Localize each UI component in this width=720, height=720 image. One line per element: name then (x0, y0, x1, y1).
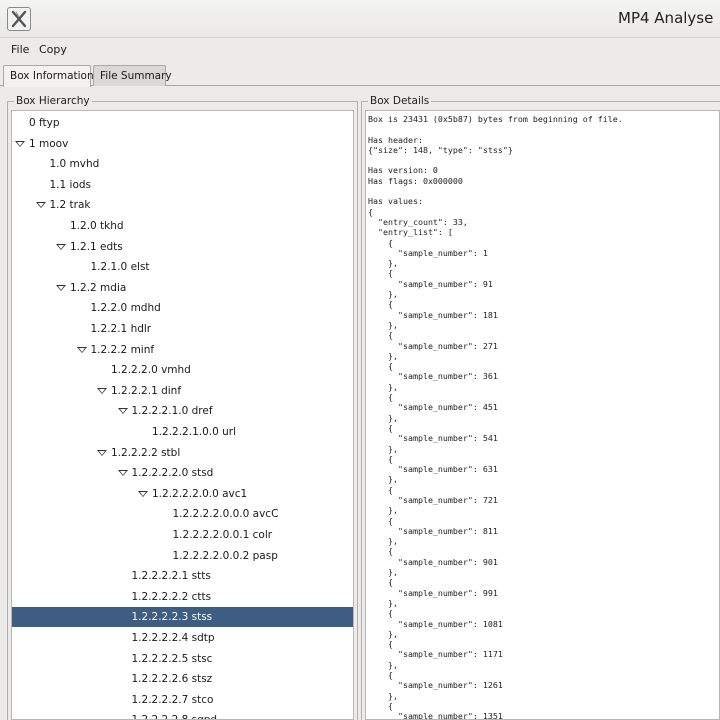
tree-row[interactable]: 1.2.2.2.2.0.0 avc1 (12, 484, 353, 504)
tree-row-label: 1.2.2.2.2.0.0.1 colr (172, 529, 273, 541)
box-hierarchy-tree[interactable]: 0 ftyp 1 moov 1.0 mvhd 1.1 iods 1.2 trak 1.2.… (11, 110, 354, 720)
tree-row-label: 1.2.2.2.2.8 sgpd (132, 710, 218, 719)
expand-triangle-icon[interactable] (138, 490, 148, 497)
tree-row-label: 1.2.2.2.2.1 stts (131, 570, 211, 583)
box-details-panel[interactable]: Box is 23431 (0x5b87) bytes from beginni… (365, 110, 720, 720)
tree-row-label: 1.2.2.2.2.0.0.2 pasp (172, 549, 278, 562)
tab-box-information[interactable]: Box Information (3, 65, 94, 87)
tree-row-label: 1.2.2.2 minf (90, 343, 155, 356)
tree-row-label: 1.2.1.0 elst (90, 261, 150, 274)
tree-row[interactable]: 1.2.2.2.2.0.0.2 pasp (12, 546, 353, 566)
expand-triangle-icon[interactable] (76, 346, 87, 353)
tree-row[interactable]: 1.2.1 edts (12, 237, 353, 257)
expand-triangle-icon[interactable] (97, 387, 107, 394)
menu-file[interactable]: File (11, 43, 29, 56)
tree-row[interactable]: 1.2.2.1 hdlr (12, 319, 353, 339)
tree-row[interactable]: 1.2.1.0 elst (12, 257, 353, 277)
tree-row[interactable]: 1.2.0 tkhd (12, 216, 353, 236)
tree-row[interactable]: 0 ftyp (12, 113, 353, 133)
tree-row[interactable]: 1.2.2.2.2.3 stss (12, 607, 353, 628)
tree-row[interactable]: 1.2.2.2.2.1 stts (12, 566, 353, 586)
tree-row[interactable]: 1.1 iods (12, 175, 353, 195)
tree-row-label: 1.2 trak (49, 199, 91, 212)
expand-triangle-icon[interactable] (117, 408, 128, 415)
tree-row[interactable]: 1.2.2.2.1.0 dref (12, 401, 353, 421)
tree-row[interactable]: 1.2 trak (12, 195, 353, 215)
tree-row[interactable]: 1 moov (12, 134, 353, 154)
tab-bar: Box Information File Summary (0, 64, 720, 87)
tree-row-label: 1.1 iods (49, 178, 92, 191)
tree-row-label: 1.2.2.2.2.3 stss (131, 611, 213, 624)
tree-row-label: 1.2.2.2.2 stbl (111, 446, 181, 459)
tree-row[interactable]: 1.2.2.2.1.0.0 url (12, 422, 353, 442)
tree-row[interactable]: 1.2.2.2.2.5 stsc (12, 649, 353, 669)
tree-row-label: 1.2.1 edts (70, 240, 123, 253)
box-details-text: Box is 23431 (0x5b87) bytes from beginni… (368, 114, 623, 720)
tree-row[interactable]: 1.2.2 mdia (12, 278, 353, 298)
tree-row-label: 1.2.2.1 hdlr (90, 323, 152, 335)
tree-row[interactable]: 1.2.2.2.2.0 stsd (12, 463, 353, 483)
window-title: MP4 Analyse (618, 9, 714, 27)
tree-row-label: 1.2.2.2.1.0.0 url (152, 426, 237, 438)
title-bar: MP4 Analyse (0, 0, 720, 38)
tree-row-label: 1.2.2.2.2.5 stsc (131, 652, 213, 665)
expand-triangle-icon[interactable] (56, 284, 66, 291)
menu-copy[interactable]: Copy (39, 43, 67, 56)
box-details-label: Box Details (368, 95, 432, 107)
expand-triangle-icon[interactable] (56, 243, 66, 250)
box-hierarchy-label: Box Hierarchy (14, 95, 92, 107)
tree-row-label: 1.2.2.2.2.4 sdtp (131, 632, 215, 644)
tree-row[interactable]: 1.2.2.0 mdhd (12, 298, 353, 318)
tree-row-label: 1.2.2.2.2.7 stco (131, 693, 214, 706)
tree-row-label: 0 ftyp (29, 117, 60, 129)
tree-row-label: 1.2.2.0 mdhd (90, 302, 161, 315)
tree-row-label: 1 moov (29, 137, 69, 150)
tree-row[interactable]: 1.2.2.2 minf (12, 340, 353, 360)
tree-row-label: 1.2.2 mdia (70, 281, 127, 294)
tree-row[interactable]: 1.2.2.2.2.0.0.0 avcC (12, 504, 353, 524)
x-logo-icon[interactable] (7, 7, 31, 31)
tree-row-label: 1.2.2.2.2.0.0 avc1 (152, 487, 248, 500)
tree-row[interactable]: 1.2.2.2.2.7 stco (12, 690, 353, 710)
tree-row-label: 1.2.2.2.2.0.0.0 avcC (172, 508, 279, 521)
tree-row-label: 1.2.0 tkhd (70, 220, 124, 232)
tree-row[interactable]: 1.2.2.2.2.8 sgpd (12, 710, 353, 719)
tree-row-label: 1.2.2.2.0 vmhd (111, 364, 191, 377)
expand-triangle-icon[interactable] (97, 449, 107, 456)
tree-row-label: 1.2.2.2.2.0 stsd (131, 467, 214, 480)
expand-triangle-icon[interactable] (35, 202, 46, 209)
expand-triangle-icon[interactable] (15, 140, 25, 147)
tree-row[interactable]: 1.2.2.2.1 dinf (12, 381, 353, 401)
tree-row[interactable]: 1.2.2.2.2.6 stsz (12, 669, 353, 689)
tree-row[interactable]: 1.2.2.2.2 stbl (12, 443, 353, 463)
tree-row-label: 1.2.2.2.2.6 stsz (131, 673, 213, 686)
tree-row[interactable]: 1.2.2.2.2.0.0.1 colr (12, 525, 353, 545)
menu-bar: File Copy (0, 39, 720, 61)
tree-row-label: 1.2.2.2.1 dinf (111, 384, 182, 397)
tree-row[interactable]: 1.2.2.2.0 vmhd (12, 360, 353, 380)
tree-row-label: 1.2.2.2.2.2 ctts (131, 590, 212, 603)
expand-triangle-icon[interactable] (117, 470, 128, 477)
tree-row-label: 1.2.2.2.1.0 dref (131, 405, 213, 418)
tree-row[interactable]: 1.2.2.2.2.2 ctts (12, 587, 353, 607)
tree-row[interactable]: 1.0 mvhd (12, 154, 353, 174)
tab-file-summary[interactable]: File Summary (93, 65, 172, 86)
tree-row-label: 1.0 mvhd (49, 158, 100, 171)
tree-row[interactable]: 1.2.2.2.2.4 sdtp (12, 628, 353, 648)
